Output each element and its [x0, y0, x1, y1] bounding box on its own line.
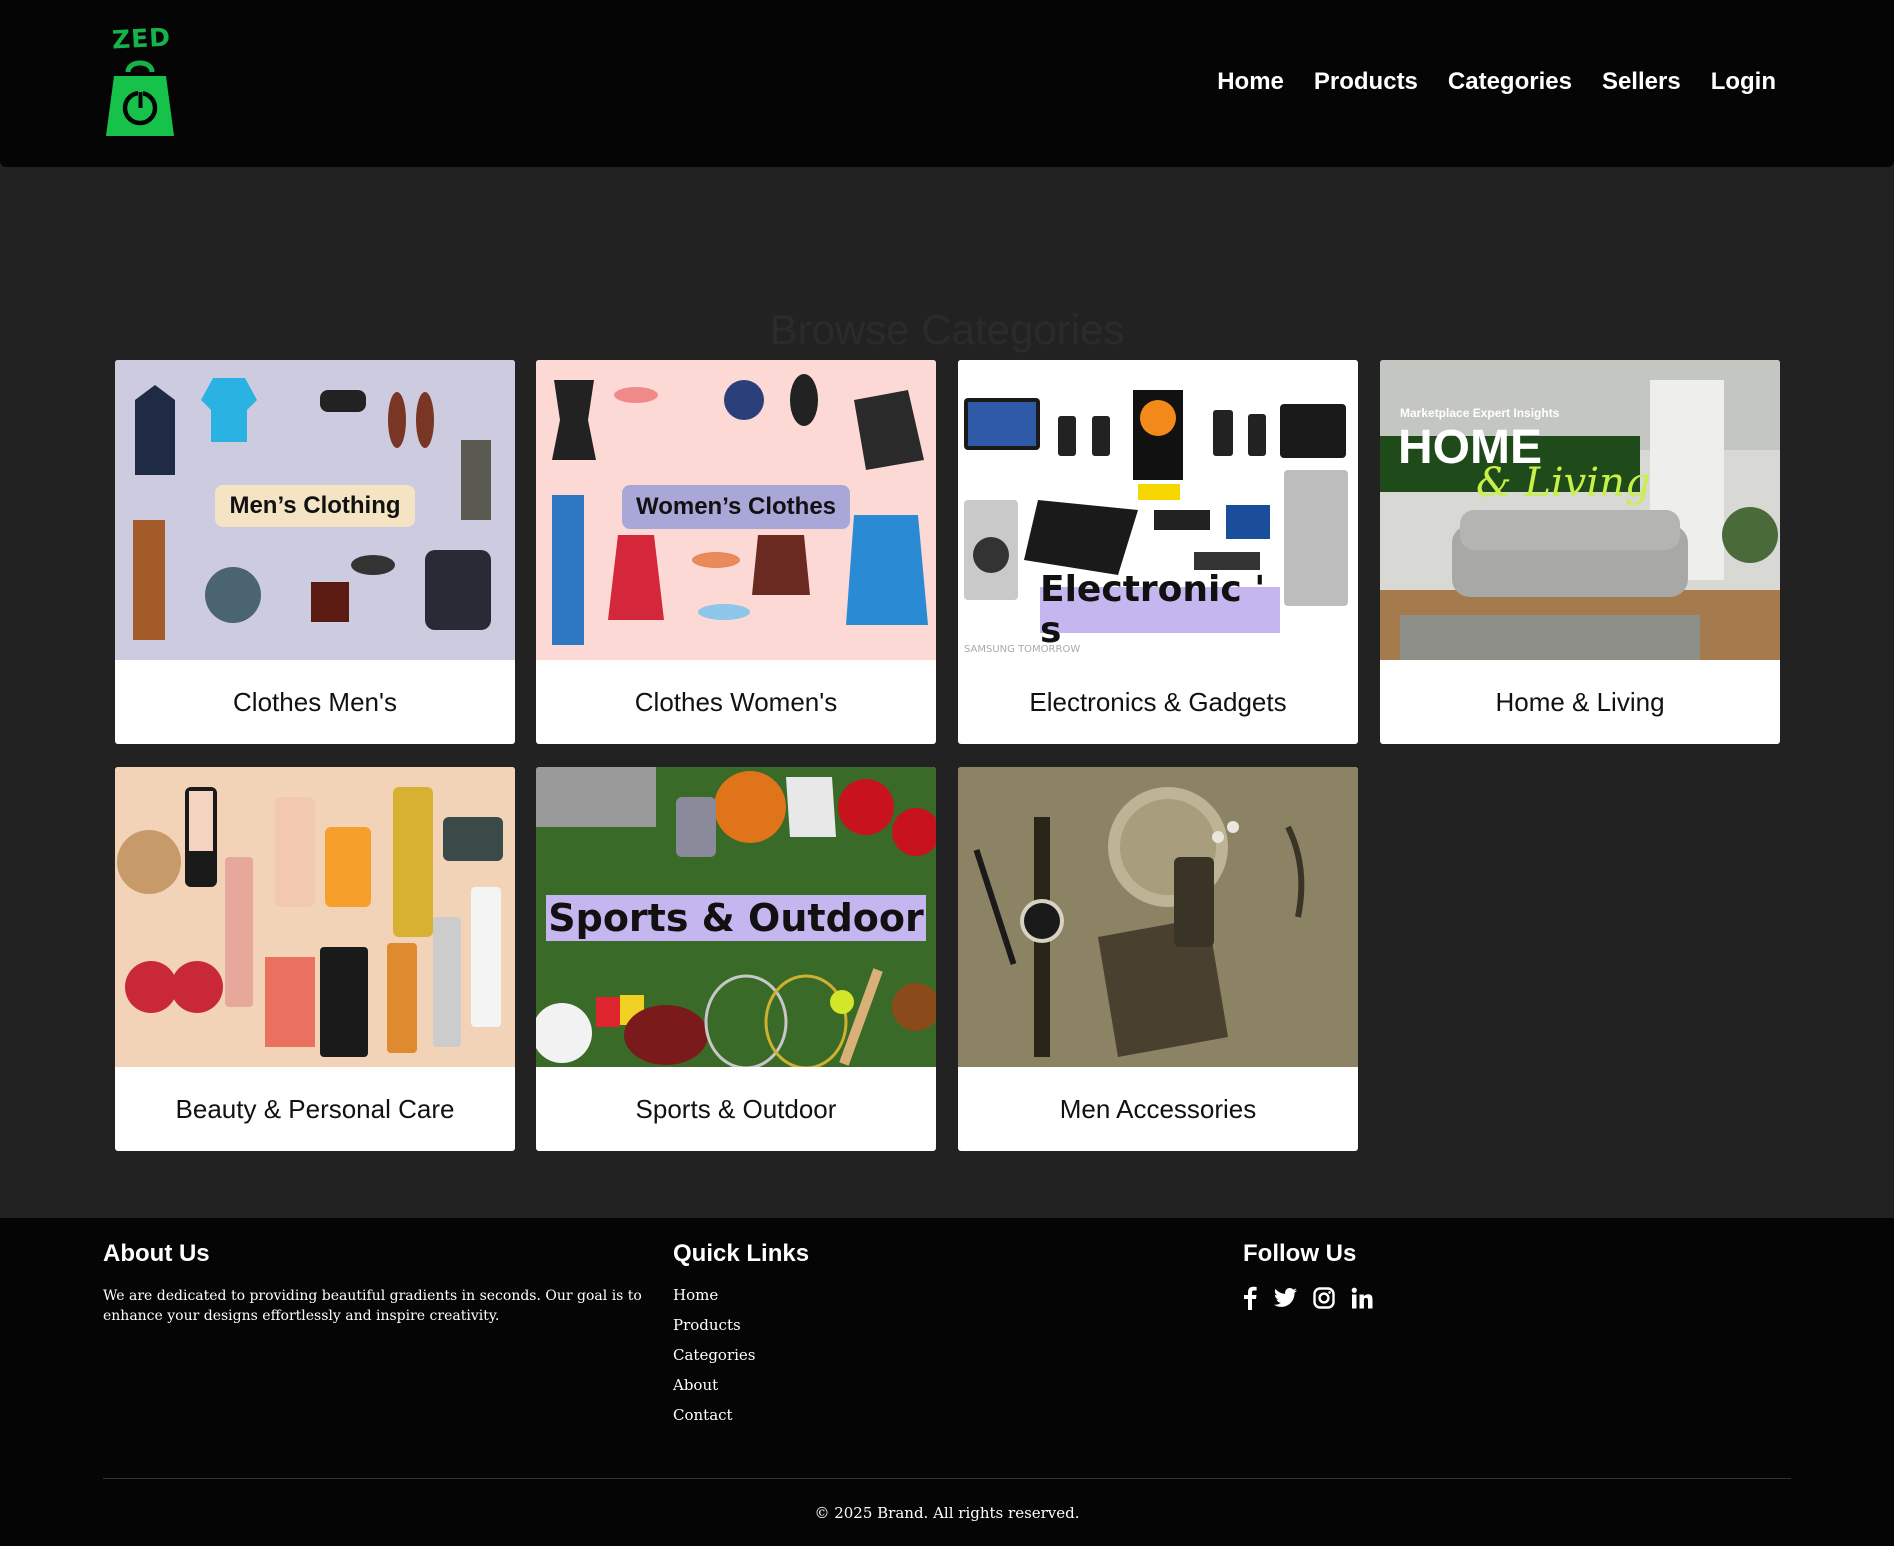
category-card-sports[interactable]: Sports & Outdoor Sports & Outdoor — [536, 767, 936, 1151]
footer-link-products[interactable]: Products — [673, 1316, 741, 1334]
category-card-mens-clothes[interactable]: Men’s Clothing Clothes Men's — [115, 360, 515, 744]
brand-logo[interactable]: ZED — [100, 22, 180, 140]
site-header: ZED Home Products Categories Sellers Log… — [0, 0, 1894, 167]
footer-follow: Follow Us — [1243, 1240, 1373, 1310]
footer-link-home[interactable]: Home — [673, 1286, 718, 1304]
nav-login[interactable]: Login — [1711, 68, 1776, 96]
category-image-beauty — [115, 767, 515, 1067]
category-card-beauty[interactable]: Beauty & Personal Care — [115, 767, 515, 1151]
category-label: Clothes Men's — [233, 686, 397, 717]
footer-link-categories[interactable]: Categories — [673, 1346, 756, 1364]
footer-links-title: Quick Links — [673, 1240, 810, 1267]
footer-link-about[interactable]: About — [673, 1376, 718, 1394]
category-label: Men Accessories — [1059, 1093, 1257, 1124]
category-label: Clothes Women's — [634, 686, 838, 717]
category-image-electronics: SAMSUNG TOMORROW Electronic ' s — [958, 360, 1358, 660]
twitter-icon[interactable] — [1273, 1287, 1297, 1309]
image-caption: Electronic ' s — [1040, 569, 1266, 651]
category-card-womens-clothes[interactable]: Women’s Clothes Clothes Women's — [536, 360, 936, 744]
instagram-icon[interactable] — [1313, 1287, 1335, 1309]
main-nav: Home Products Categories Sellers Login — [1217, 68, 1776, 96]
footer-about-text: We are dedicated to providing beautiful … — [103, 1288, 642, 1324]
category-card-electronics[interactable]: SAMSUNG TOMORROW Electronic ' s Electron… — [958, 360, 1358, 744]
category-label: Electronics & Gadgets — [1029, 686, 1287, 717]
nav-products[interactable]: Products — [1314, 68, 1418, 96]
nav-sellers[interactable]: Sellers — [1602, 68, 1681, 96]
image-kicker: Marketplace Expert Insights — [1400, 406, 1560, 420]
category-image-mens-clothes: Men’s Clothing — [115, 360, 515, 660]
section-title: Browse Categories — [769, 306, 1125, 353]
footer-about-title: About Us — [103, 1240, 210, 1267]
footer-follow-title: Follow Us — [1243, 1240, 1357, 1267]
nav-categories[interactable]: Categories — [1448, 68, 1572, 96]
category-label: Home & Living — [1495, 686, 1665, 717]
image-caption: Men’s Clothing — [229, 492, 401, 519]
image-caption: Women’s Clothes — [635, 493, 837, 520]
copyright: © 2025 Brand. All rights reserved. — [814, 1504, 1080, 1522]
footer-divider — [103, 1478, 1791, 1479]
category-image-womens-clothes: Women’s Clothes — [536, 360, 936, 660]
category-image-home-living: Marketplace Expert Insights HOME & Livin… — [1380, 360, 1780, 660]
category-label: Sports & Outdoor — [635, 1093, 837, 1124]
linkedin-icon[interactable] — [1351, 1287, 1373, 1309]
facebook-icon[interactable] — [1243, 1286, 1257, 1310]
footer-quick-links: Quick Links Home Products Categories Abo… — [673, 1240, 809, 1436]
category-image-sports: Sports & Outdoor — [536, 767, 936, 1067]
category-label: Beauty & Personal Care — [175, 1093, 455, 1124]
category-card-men-accessories[interactable]: Men Accessories — [958, 767, 1358, 1151]
image-caption-secondary: & Living — [1476, 460, 1651, 506]
footer-about: About Us We are dedicated to providing b… — [103, 1240, 643, 1326]
image-caption: Sports & Outdoor — [548, 896, 924, 940]
category-image-men-accessories — [958, 767, 1358, 1067]
category-card-home-living[interactable]: Marketplace Expert Insights HOME & Livin… — [1380, 360, 1780, 744]
nav-home[interactable]: Home — [1217, 68, 1284, 96]
site-footer: About Us We are dedicated to providing b… — [0, 1218, 1894, 1546]
social-icons — [1243, 1286, 1373, 1310]
footer-link-contact[interactable]: Contact — [673, 1406, 733, 1424]
shopping-bag-power-icon — [106, 60, 174, 136]
